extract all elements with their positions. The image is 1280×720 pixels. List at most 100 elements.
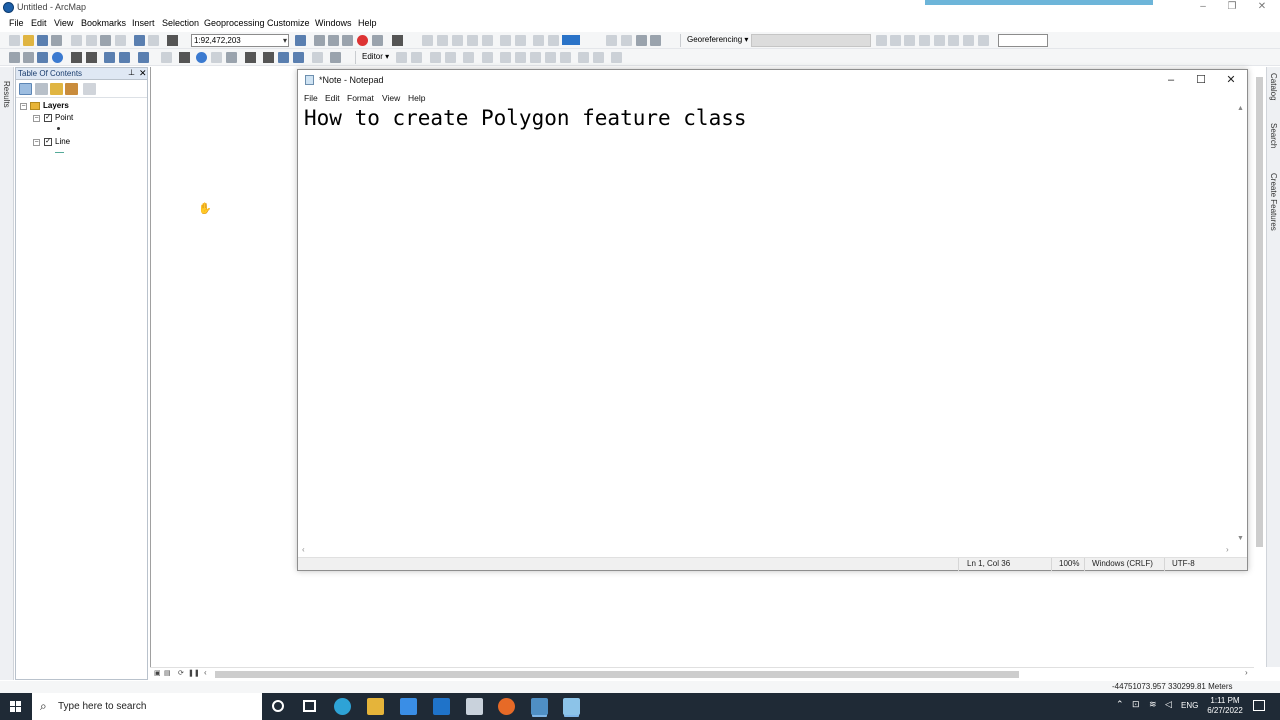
paste-icon[interactable] <box>100 35 111 46</box>
color-swatch-icon[interactable] <box>562 35 580 45</box>
edit-tool-icon[interactable] <box>560 52 571 63</box>
back-extent-icon[interactable] <box>104 52 115 63</box>
network-status-icon[interactable]: ⊡ <box>1132 699 1140 710</box>
notepad-icon[interactable] <box>563 698 580 715</box>
save-icon[interactable] <box>37 35 48 46</box>
close-button[interactable]: ✕ <box>1216 72 1246 88</box>
menu-geoprocessing[interactable]: Geoprocessing <box>204 18 265 28</box>
arctoolbox-icon[interactable] <box>357 35 368 46</box>
edit-tool-icon[interactable] <box>411 52 422 63</box>
notepad-vertical-scrollbar[interactable]: ▲ ▼ <box>1235 105 1247 545</box>
edit-tool-icon[interactable] <box>593 52 604 63</box>
pause-drawing-icon[interactable]: ❚❚ <box>188 669 200 677</box>
tool-icon[interactable] <box>500 35 511 46</box>
layer-row-line[interactable]: − ✓ Line <box>33 136 70 148</box>
collapse-icon[interactable]: − <box>20 102 27 110</box>
minimize-button[interactable]: – <box>1156 72 1186 88</box>
menu-bookmarks[interactable]: Bookmarks <box>81 18 126 28</box>
menu-view[interactable]: View <box>54 18 73 28</box>
pan-icon[interactable] <box>37 52 48 63</box>
edit-tool-icon[interactable] <box>500 52 511 63</box>
close-button[interactable]: ✕ <box>1252 1 1272 13</box>
time-slider-icon[interactable] <box>312 52 323 63</box>
tool-icon[interactable] <box>482 35 493 46</box>
menu-file[interactable]: File <box>304 93 318 103</box>
editor-toolbar-icon[interactable] <box>295 35 306 46</box>
tool-icon[interactable] <box>978 35 989 46</box>
edge-icon[interactable] <box>334 698 351 715</box>
language-indicator[interactable]: ENG <box>1181 701 1198 710</box>
select-features-icon[interactable] <box>138 52 149 63</box>
measure-icon[interactable] <box>245 52 256 63</box>
collapse-icon[interactable]: − <box>33 138 40 146</box>
tool-icon[interactable] <box>890 35 901 46</box>
catalog-tab[interactable]: Catalog <box>1269 73 1278 101</box>
minimize-button[interactable]: – <box>1193 1 1213 13</box>
edit-tool-icon[interactable] <box>515 52 526 63</box>
menu-format[interactable]: Format <box>347 93 374 103</box>
map-horizontal-scrollbar[interactable]: ▣ ▤ ⟳ ❚❚ ‹ › <box>150 667 1254 680</box>
model-builder-icon[interactable] <box>392 35 403 46</box>
scroll-left-icon[interactable]: ‹ <box>302 545 305 554</box>
menu-customize[interactable]: Customize <box>267 18 310 28</box>
add-data-icon[interactable] <box>167 35 178 46</box>
scroll-right-icon[interactable]: › <box>1226 545 1229 554</box>
task-view-icon[interactable] <box>303 700 316 712</box>
menu-edit[interactable]: Edit <box>325 93 340 103</box>
taskbar-search-box[interactable]: ⌕ Type here to search <box>32 693 262 720</box>
results-tab[interactable]: Results <box>2 81 11 108</box>
tool-icon[interactable] <box>636 35 647 46</box>
georeferencing-menu[interactable]: Georeferencing ▾ <box>687 35 748 44</box>
menu-file[interactable]: File <box>9 18 24 28</box>
menu-view[interactable]: View <box>382 93 400 103</box>
tool-icon[interactable] <box>948 35 959 46</box>
tool-icon[interactable] <box>650 35 661 46</box>
map-scale-combo[interactable]: 1:92,472,203 ▾ <box>191 34 289 47</box>
list-by-drawing-order-icon[interactable] <box>19 83 32 95</box>
edit-tool-icon[interactable] <box>545 52 556 63</box>
fixed-zoom-out-icon[interactable] <box>86 52 97 63</box>
search-window-icon[interactable] <box>342 35 353 46</box>
tool-icon[interactable] <box>533 35 544 46</box>
tool-icon[interactable] <box>606 35 617 46</box>
store-icon[interactable] <box>400 698 417 715</box>
edit-tool-icon[interactable] <box>463 52 474 63</box>
menu-selection[interactable]: Selection <box>162 18 199 28</box>
redo-icon[interactable] <box>148 35 159 46</box>
mail-icon[interactable] <box>433 698 450 715</box>
zoom-out-icon[interactable] <box>23 52 34 63</box>
html-popup-icon[interactable] <box>226 52 237 63</box>
tool-icon[interactable] <box>934 35 945 46</box>
volume-icon[interactable]: ◁ <box>1165 699 1172 710</box>
list-by-source-icon[interactable] <box>35 83 48 95</box>
notification-icon[interactable] <box>1253 700 1265 711</box>
notepad-text-area[interactable]: How to create Polygon feature class <box>304 106 747 130</box>
search-tab[interactable]: Search <box>1269 123 1278 148</box>
create-features-tab[interactable]: Create Features <box>1269 173 1278 231</box>
find-icon[interactable] <box>263 52 274 63</box>
chevron-up-icon[interactable]: ⌃ <box>1116 699 1124 710</box>
tool-icon[interactable] <box>452 35 463 46</box>
wifi-icon[interactable]: ≋ <box>1149 699 1157 710</box>
toc-window-icon[interactable] <box>314 35 325 46</box>
python-window-icon[interactable] <box>372 35 383 46</box>
layer-group-row[interactable]: − Layers <box>20 100 69 112</box>
layer-row-point[interactable]: − ✓ Point <box>33 112 73 124</box>
full-extent-icon[interactable] <box>52 52 63 63</box>
scroll-down-icon[interactable]: ▼ <box>1237 535 1244 542</box>
zoom-in-icon[interactable] <box>9 52 20 63</box>
menu-windows[interactable]: Windows <box>315 18 352 28</box>
go-to-xy-icon[interactable] <box>293 52 304 63</box>
menu-help[interactable]: Help <box>358 18 377 28</box>
menu-edit[interactable]: Edit <box>31 18 47 28</box>
clear-selection-icon[interactable] <box>161 52 172 63</box>
refresh-icon[interactable]: ⟳ <box>178 669 184 677</box>
forward-extent-icon[interactable] <box>119 52 130 63</box>
scroll-right-icon[interactable]: › <box>1245 668 1248 677</box>
transparency-input[interactable] <box>998 34 1048 47</box>
scroll-up-icon[interactable]: ▲ <box>1237 105 1244 112</box>
georef-layer-dropdown[interactable] <box>751 34 871 47</box>
undo-icon[interactable] <box>134 35 145 46</box>
tool-icon[interactable] <box>437 35 448 46</box>
tool-icon[interactable] <box>621 35 632 46</box>
